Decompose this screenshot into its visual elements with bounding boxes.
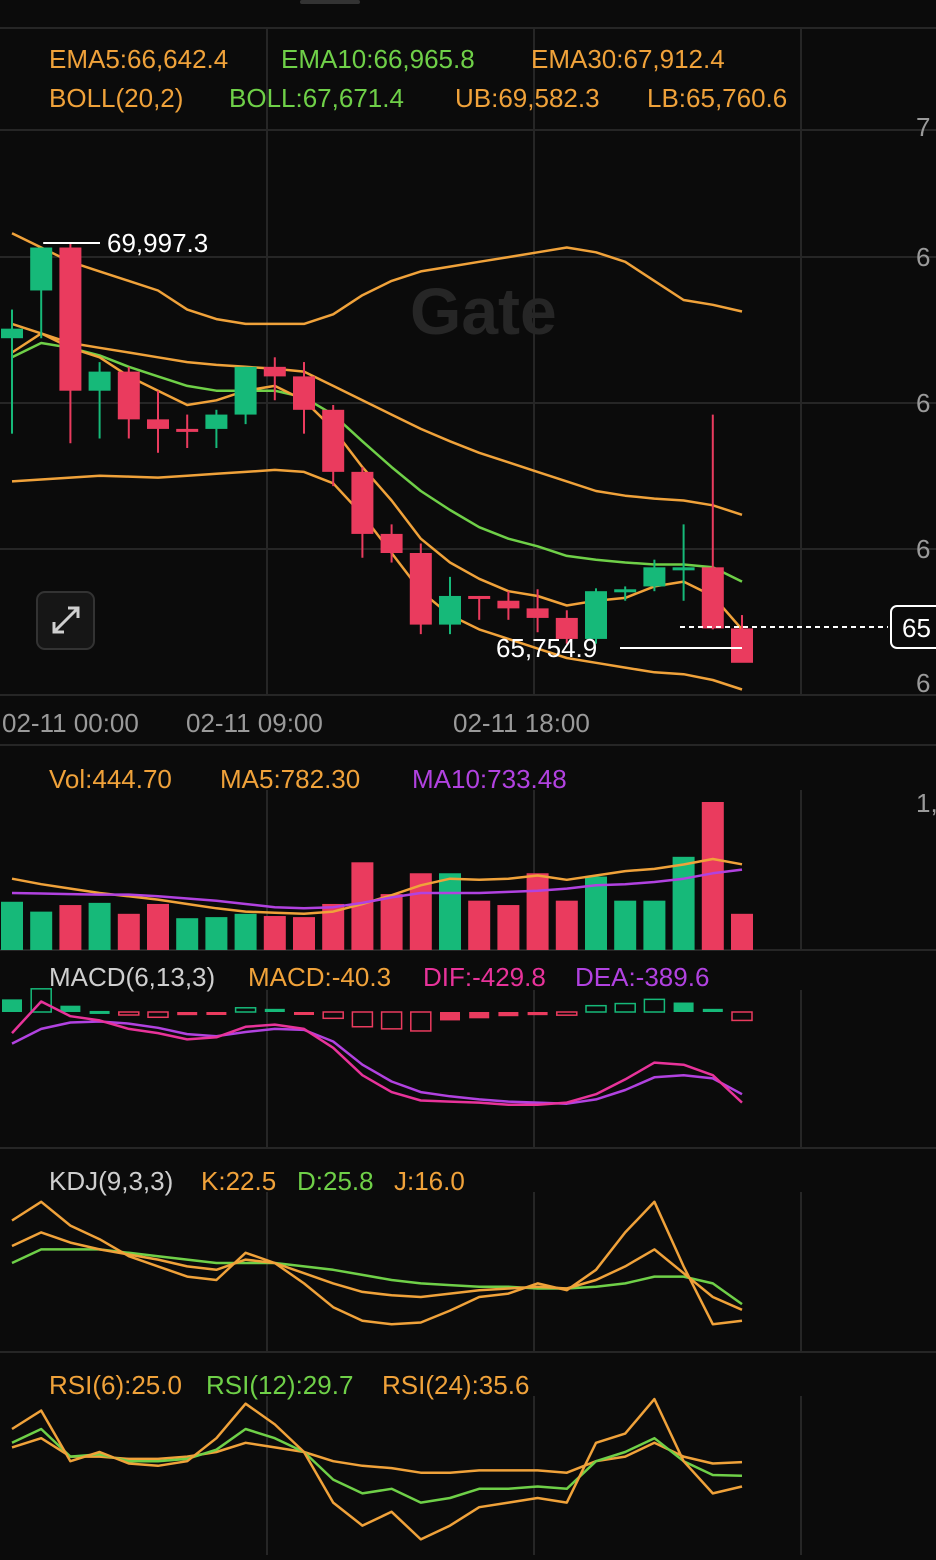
volume-bar-10: [293, 917, 315, 950]
candle-body-10: [293, 376, 315, 410]
candle-body-2: [59, 247, 82, 391]
boll-ub-legend: UB:69,582.3: [455, 83, 600, 113]
rsi24-legend: RSI(24):35.6: [382, 1370, 529, 1400]
candle-body-4: [117, 371, 140, 420]
candle-body-15: [439, 595, 461, 625]
macd-hist-bar-15: [440, 1012, 460, 1021]
rsi12-legend: RSI(12):29.7: [206, 1370, 353, 1400]
price-axis-label-3: 6: [916, 388, 930, 418]
volume-bar-5: [147, 903, 169, 950]
trading-chart: Gate 69,997.3 65,754.9 EMA5:66,642.4 EMA1…: [0, 0, 936, 1560]
ema10-legend: EMA10:66,965.8: [281, 44, 475, 74]
candle-body-14: [409, 553, 432, 625]
price-axis-label-1: 7: [916, 112, 930, 142]
volume-bar-7: [205, 917, 228, 950]
price-axis-label-4: 6: [916, 534, 930, 564]
candle-body-21: [614, 589, 637, 593]
macd-legend: MACD:-40.3: [248, 962, 391, 992]
candle-body-22: [643, 567, 666, 587]
time-label-3: 02-11 18:00: [453, 708, 590, 738]
volume-bar-23: [672, 856, 695, 950]
boll-mid-legend: BOLL:67,671.4: [229, 83, 404, 113]
macd-hist-bar-3: [89, 1010, 110, 1014]
candle-body-20: [585, 591, 607, 639]
volume-bar-1: [30, 911, 53, 950]
candle-body-1: [30, 247, 53, 291]
macd-hist-bar-24: [702, 1008, 723, 1012]
macd-hist-bar-17: [498, 1012, 519, 1017]
candle-body-24: [701, 567, 724, 629]
vol-ma10-legend: MA10:733.48: [412, 764, 567, 794]
macd-hist-bar-6: [177, 1012, 198, 1016]
macd-hist-bar-10: [294, 1012, 314, 1015]
volume-bar-6: [176, 918, 199, 950]
volume-bar-0: [1, 901, 23, 950]
volume-bar-16: [468, 900, 491, 950]
dea-legend: DEA:-389.6: [575, 962, 709, 992]
volume-bar-13: [380, 894, 403, 950]
candle-body-7: [205, 414, 228, 429]
volume-bar-15: [439, 873, 461, 950]
volume-bar-2: [59, 905, 82, 950]
rsi6-legend: RSI(6):25.0: [49, 1370, 182, 1400]
macd-hist-bar-18: [527, 1012, 548, 1016]
candle-body-8: [234, 366, 257, 415]
dif-legend: DIF:-429.8: [423, 962, 546, 992]
macd-hist-bar-16: [469, 1012, 490, 1019]
candle-body-25: [731, 628, 753, 663]
volume-bar-25: [731, 913, 753, 950]
low-marker-label: 65,754.9: [496, 633, 597, 663]
candle-body-9: [263, 366, 286, 377]
expand-button[interactable]: [36, 591, 95, 650]
volume-axis-label: 1,: [916, 788, 936, 818]
macd-hist-bar-23: [673, 1002, 694, 1012]
volume-bar-21: [614, 900, 637, 950]
candle-body-0: [1, 328, 23, 339]
macd-hist-bar-2: [60, 1005, 81, 1012]
candle-body-17: [497, 600, 520, 609]
volume-bar-19: [555, 900, 578, 950]
kdj-k-legend: K:22.5: [201, 1166, 276, 1196]
kdj-j-legend: J:16.0: [394, 1166, 465, 1196]
high-marker-label: 69,997.3: [107, 228, 208, 258]
candle-body-5: [147, 419, 169, 429]
price-axis-label-5: 6: [916, 668, 930, 698]
time-label-1: 02-11 00:00: [2, 708, 139, 738]
ema5-legend: EMA5:66,642.4: [49, 44, 228, 74]
candle-body-3: [88, 371, 111, 391]
boll-lb-legend: LB:65,760.6: [647, 83, 787, 113]
macd-hist-bar-0: [2, 999, 22, 1012]
volume-bar-4: [117, 913, 140, 950]
candle-body-12: [351, 471, 374, 534]
candle-body-16: [468, 595, 491, 599]
candle-body-18: [526, 608, 549, 618]
volume-bar-17: [497, 905, 520, 950]
volume-bar-20: [585, 876, 607, 950]
volume-bar-9: [263, 916, 286, 950]
candle-body-23: [672, 567, 695, 571]
price-axis-label-2: 6: [916, 242, 930, 272]
volume-bar-18: [526, 873, 549, 950]
candle-body-13: [380, 533, 403, 554]
volume-bar-3: [88, 902, 111, 950]
candle-body-6: [176, 428, 199, 432]
volume-bar-24: [701, 802, 724, 950]
ema30-legend: EMA30:67,912.4: [531, 44, 725, 74]
kdj-d-legend: D:25.8: [297, 1166, 374, 1196]
watermark: Gate: [410, 274, 557, 348]
vol-legend: Vol:444.70: [49, 764, 172, 794]
time-label-2: 02-11 09:00: [186, 708, 323, 738]
vol-ma5-legend: MA5:782.30: [220, 764, 360, 794]
volume-bar-8: [234, 913, 257, 950]
macd-params-legend: MACD(6,13,3): [49, 962, 215, 992]
kdj-params-legend: KDJ(9,3,3): [49, 1166, 173, 1196]
macd-hist-bar-9: [264, 1008, 285, 1012]
last-price-label: 65: [902, 613, 931, 643]
volume-bar-22: [643, 900, 666, 950]
macd-hist-bar-7: [206, 1012, 227, 1015]
boll-params-legend: BOLL(20,2): [49, 83, 183, 113]
candle-body-11: [322, 409, 345, 472]
